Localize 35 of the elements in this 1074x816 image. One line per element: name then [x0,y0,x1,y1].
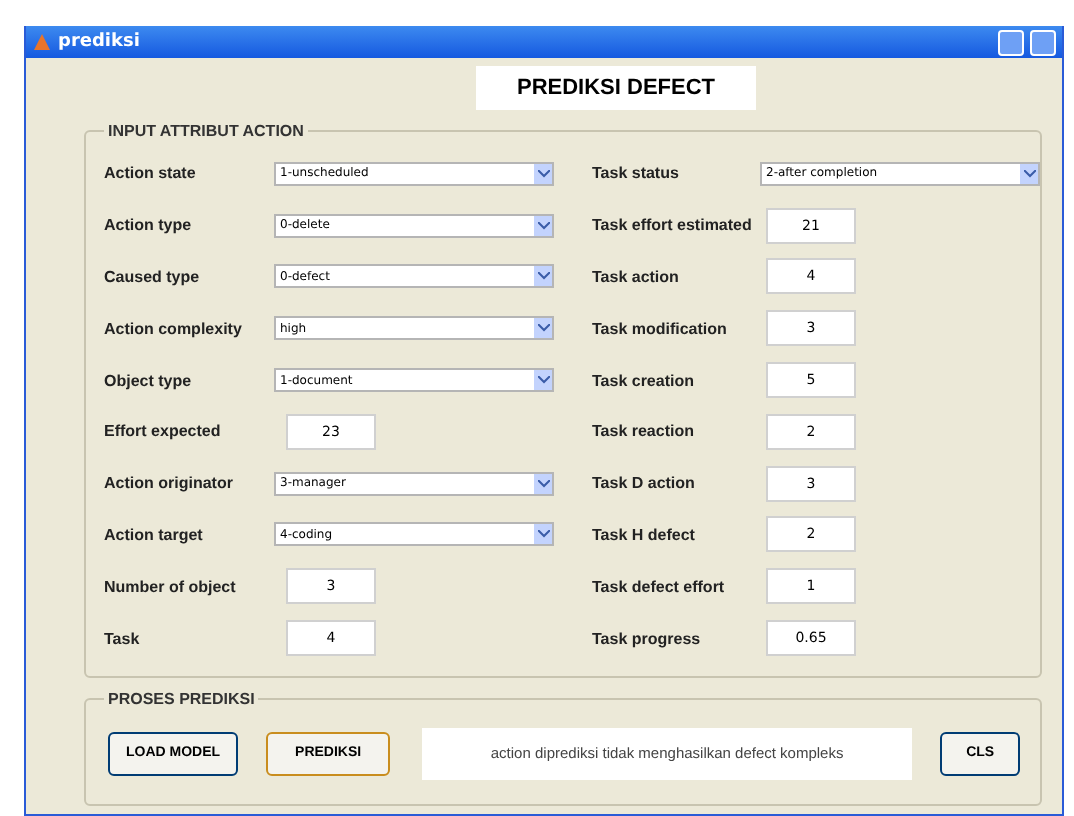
field-label: Task progress [592,629,703,648]
caret-icon [534,473,552,494]
field-label: Task defect effort [592,577,727,596]
field-label: Action originator [104,474,235,493]
caret-icon [534,318,552,339]
caret-icon [534,524,552,545]
caret-icon [534,215,552,236]
field-label: Action state [104,164,198,183]
field-label: Task creation [592,371,696,390]
field-label: Effort expected [104,422,223,441]
field-label: Task [104,629,142,648]
field-label: Task D action [592,474,697,493]
field-label: Task effort estimated [592,216,754,235]
window-title: prediksi [58,32,142,52]
field-label: Action type [104,216,194,235]
field-label: Task status [592,164,681,183]
field-label: Task action [592,267,681,286]
field-label: Number of object [104,577,238,596]
field-label: Task reaction [592,422,696,441]
group-title: PROSES PREDIKSI [106,689,257,708]
heading: PREDIKSI DEFECT [476,66,756,110]
caret-icon [534,370,552,391]
field-label: Object type [104,371,194,390]
group-title: INPUT ATTRIBUT ACTION [106,122,306,140]
caret-icon [534,266,552,287]
field-label: Action target [104,525,205,544]
field-label: Caused type [104,267,202,286]
field-label: Task H defect [592,525,697,544]
minimize-button[interactable] [998,29,1024,55]
app-icon [32,32,52,52]
field-label: Task modification [592,319,729,338]
field-label: Action complexity [104,319,244,338]
caret-icon [534,163,552,184]
caret-icon [1020,163,1038,184]
maximize-button[interactable] [1030,29,1056,55]
